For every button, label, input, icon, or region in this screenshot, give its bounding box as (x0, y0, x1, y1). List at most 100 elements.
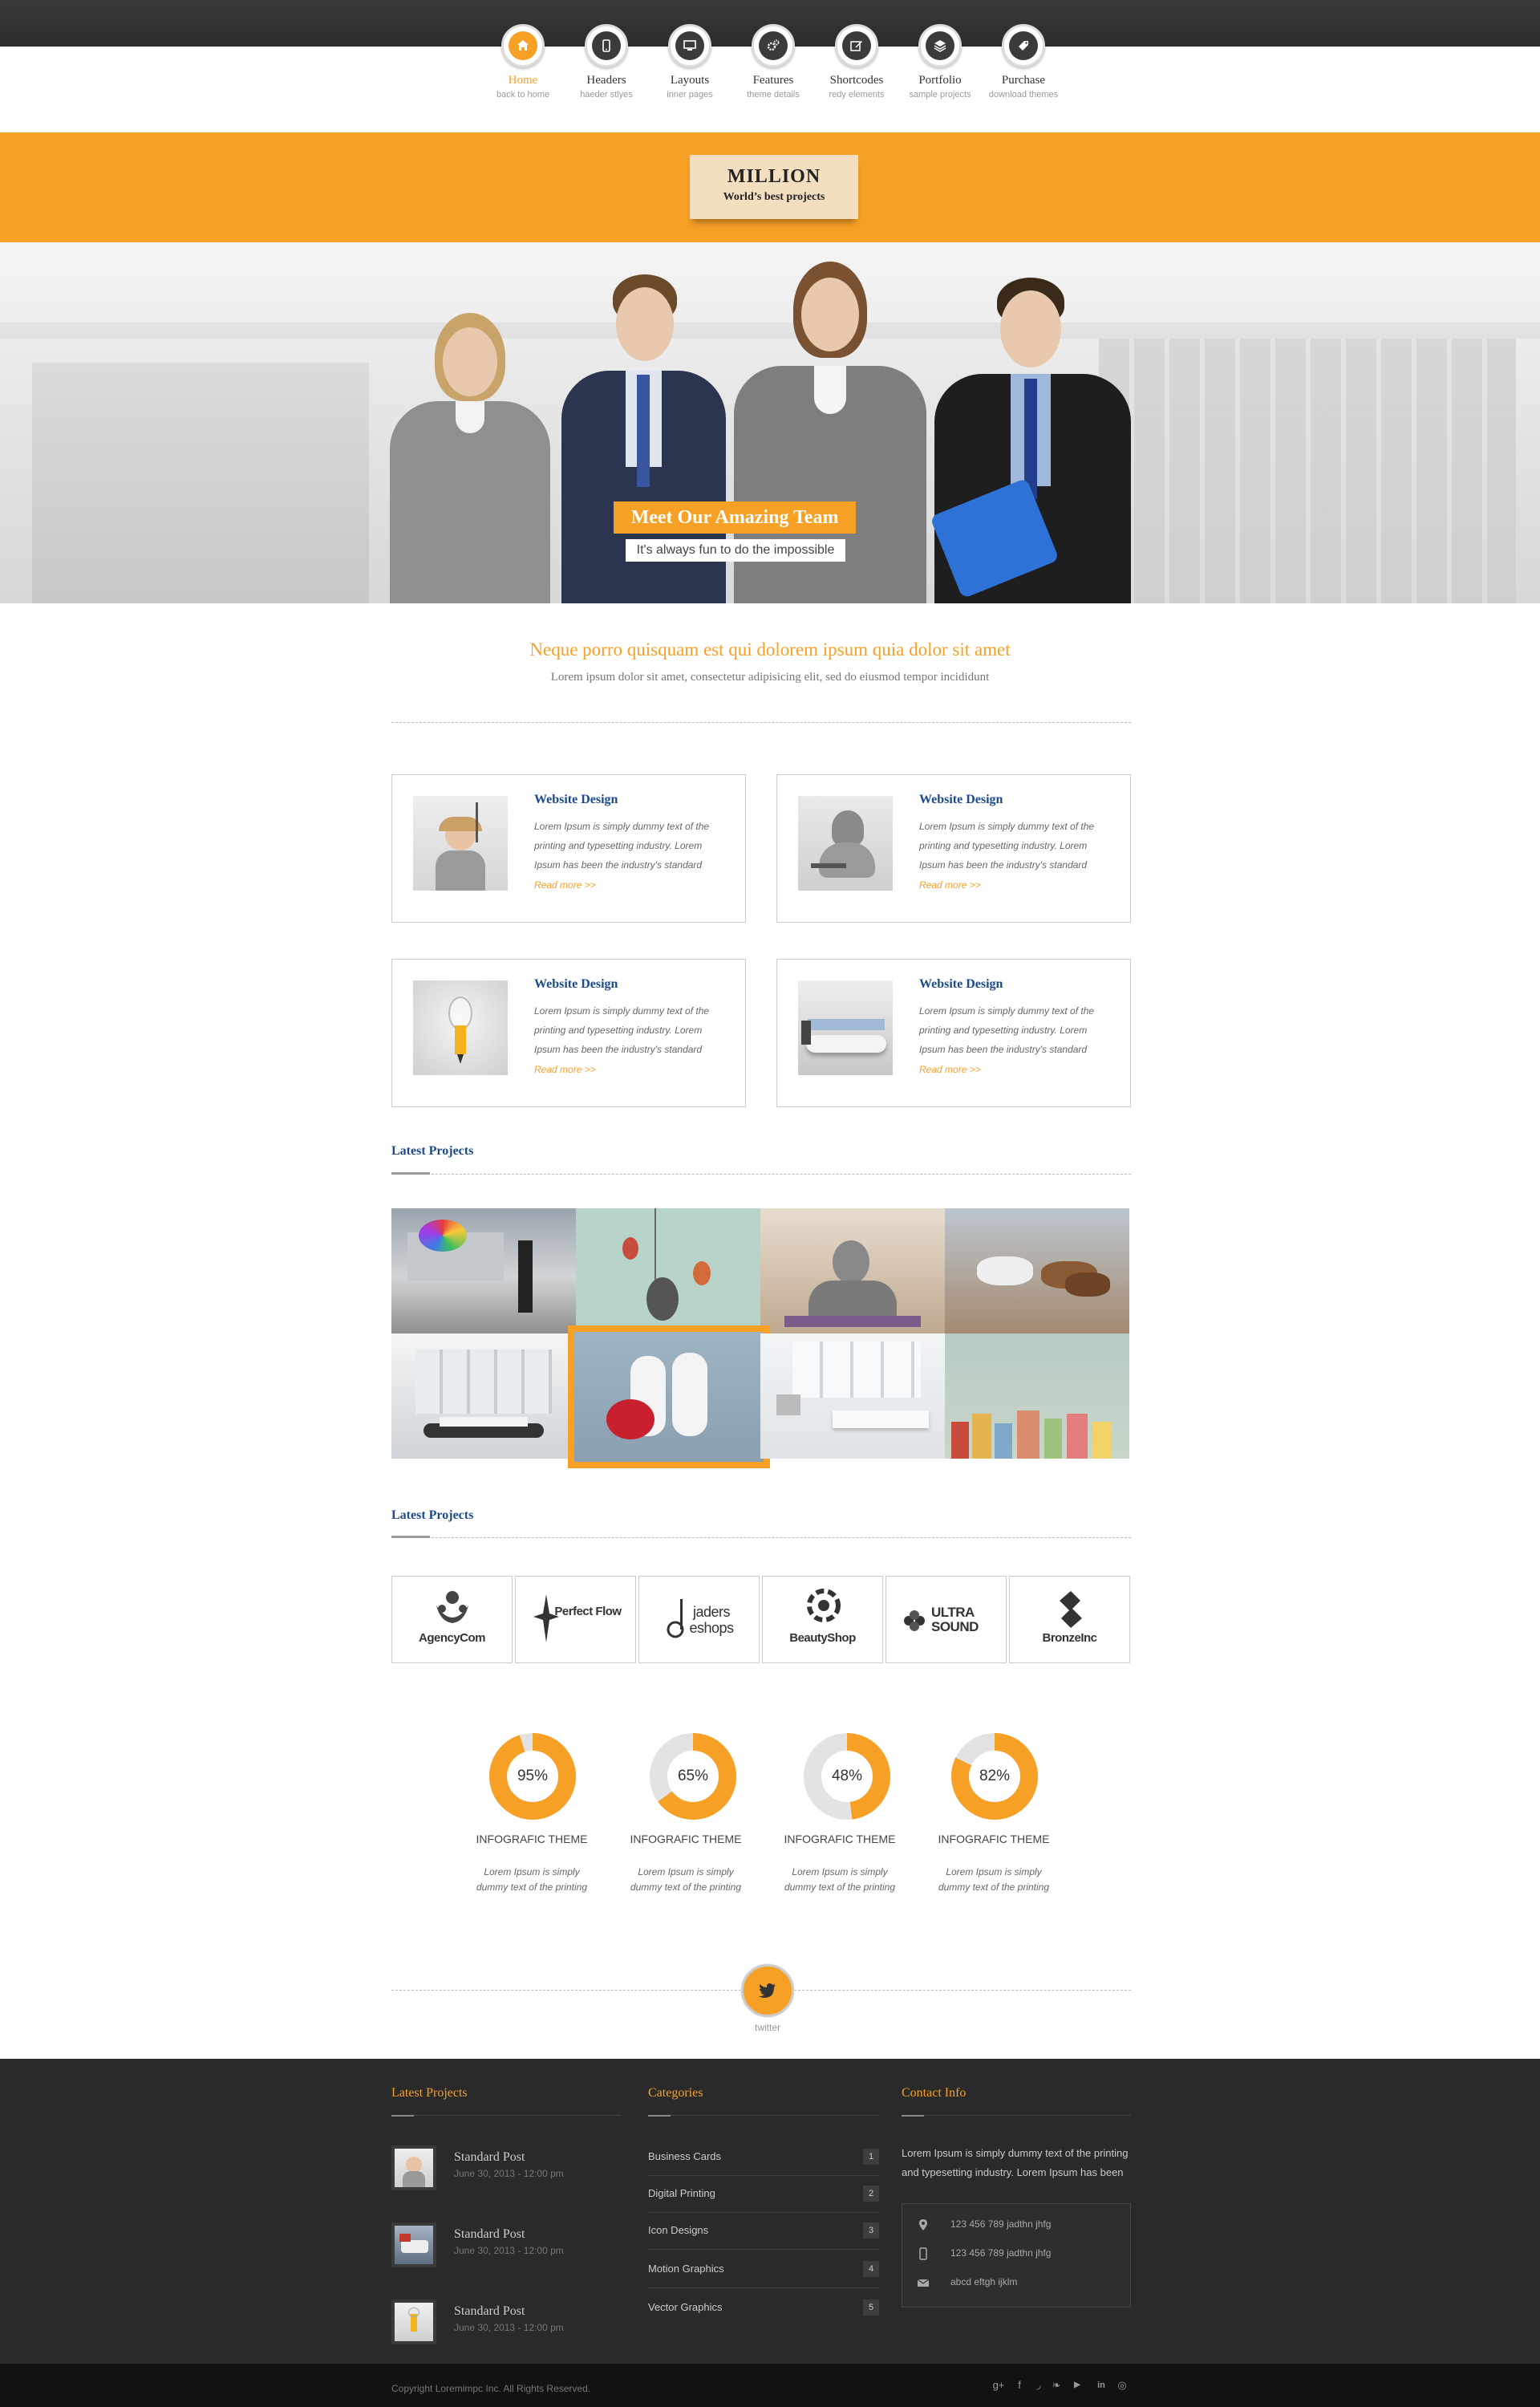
stat-text: Lorem Ipsum is simply dummy text of the … (938, 1866, 1050, 1893)
google-plus-icon[interactable]: g+ (991, 2378, 1006, 2393)
category-name: Vector Graphics (648, 2301, 723, 2313)
footer-post[interactable]: Standard Post June 30, 2013 - 12:00 pm (391, 2222, 616, 2279)
edit-icon (835, 24, 878, 67)
service-image-boy (413, 796, 508, 891)
home-icon (501, 24, 545, 67)
nav-item-home[interactable]: Home back to home (481, 24, 565, 99)
nav-item-headers[interactable]: Headers haeder stlyes (565, 24, 648, 99)
team-member-4 (930, 278, 1131, 603)
divider (391, 1174, 1131, 1175)
client-logo-agencycom[interactable]: AgencyCom (391, 1576, 513, 1663)
category-name: Digital Printing (648, 2187, 715, 2199)
read-more-link[interactable]: Read more >> (919, 1064, 981, 1075)
category-item[interactable]: Digital Printing 2 (648, 2176, 879, 2213)
footer-heading-rule (648, 2115, 879, 2117)
footer-post-thumb (391, 2145, 436, 2190)
facebook-icon[interactable]: f (1012, 2378, 1027, 2393)
project-thumb-white-room[interactable] (760, 1333, 945, 1459)
read-more-link[interactable]: Read more >> (534, 879, 596, 891)
divider (391, 1537, 1131, 1538)
heading-underline (391, 1536, 430, 1538)
nav-sublabel: redy elements (829, 90, 885, 99)
hero-building-right (1099, 339, 1516, 603)
stat-text: Lorem Ipsum is simply dummy text of the … (476, 1866, 588, 1893)
heading-underline (391, 1172, 430, 1175)
stat-percent: 82% (979, 1768, 1011, 1784)
twitter-button[interactable] (741, 1964, 794, 2017)
stat-percent: 95% (517, 1768, 549, 1784)
nav-label: Layouts (670, 74, 710, 87)
category-item[interactable]: Motion Graphics 4 (648, 2251, 879, 2288)
footer-post-title: Standard Post (454, 2150, 525, 2164)
nav-item-purchase[interactable]: Purchase download themes (982, 24, 1065, 99)
stat-label: INFOGRAFIC THEME (476, 1833, 588, 1845)
project-thumb-balloons[interactable] (576, 1208, 760, 1333)
category-name: Business Cards (648, 2150, 722, 2162)
service-card: Website Design Lorem Ipsum is simply dum… (776, 774, 1131, 923)
nav-item-portfolio[interactable]: Portfolio sample projects (898, 24, 982, 99)
youtube-icon[interactable]: ▶ (1070, 2378, 1084, 2393)
footer-post-title: Standard Post (454, 2227, 525, 2241)
contact-phone-value: 123 456 789 jadthn jhfg (950, 2218, 1052, 2230)
nav-item-features[interactable]: Features theme details (732, 24, 815, 99)
project-thumb-horses[interactable] (945, 1208, 1129, 1333)
team-member-1 (390, 313, 550, 603)
nav-label: Headers (586, 74, 626, 87)
linkedin-icon[interactable]: in (1094, 2378, 1108, 2393)
category-item[interactable]: Icon Designs 3 (648, 2213, 879, 2250)
category-item[interactable]: Vector Graphics 5 (648, 2290, 879, 2327)
footer-post[interactable]: Standard Post June 30, 2013 - 12:00 pm (391, 2145, 616, 2202)
dribbble-icon[interactable]: ◎ (1115, 2378, 1129, 2393)
project-thumb-businessman[interactable] (391, 1208, 576, 1333)
stat-percent: 48% (831, 1768, 863, 1784)
footer-contact-heading: Contact Info (902, 2086, 967, 2100)
client-name: Perfect Flow (554, 1605, 622, 1618)
read-more-link[interactable]: Read more >> (534, 1064, 596, 1075)
nav-sublabel: theme details (747, 90, 800, 99)
nav-item-shortcodes[interactable]: Shortcodes redy elements (815, 24, 898, 99)
site-logo[interactable]: MILLION World’s best projects (690, 155, 858, 219)
client-logo-ultra-sound[interactable]: ULTRA SOUND (886, 1576, 1007, 1663)
hero-subtitle: It's always fun to do the impossible (626, 539, 845, 562)
nav-label: Shortcodes (829, 74, 884, 87)
client-logo-jaders[interactable]: jaders eshops (638, 1576, 760, 1663)
nav-sublabel: haeder stlyes (580, 90, 633, 99)
nav-item-layouts[interactable]: Layouts inner pages (648, 24, 732, 99)
category-count: 1 (863, 2149, 879, 2165)
category-item[interactable]: Business Cards 1 (648, 2139, 879, 2176)
divider (794, 1990, 1131, 1991)
nav-sublabel: inner pages (667, 90, 713, 99)
project-thumb-shoes-selected[interactable] (568, 1325, 770, 1468)
footer-post-title: Standard Post (454, 2304, 525, 2318)
footer-heading-rule (391, 2115, 621, 2117)
footer-post[interactable]: Standard Post June 30, 2013 - 12:00 pm (391, 2299, 616, 2356)
project-thumb-houses[interactable] (945, 1333, 1129, 1459)
read-more-link[interactable]: Read more >> (919, 879, 981, 891)
divider (391, 1990, 741, 1991)
contact-box: 123 456 789 jadthn jhfg 123 456 789 jadt… (902, 2203, 1131, 2308)
footer-heading-rule (902, 2115, 1131, 2117)
footer-post-date: June 30, 2013 - 12:00 pm (454, 2322, 564, 2333)
client-logo-beautyshop[interactable]: BeautyShop (762, 1576, 883, 1663)
phone-icon (585, 24, 628, 67)
service-card: Website Design Lorem Ipsum is simply dum… (391, 959, 746, 1107)
twitter-icon[interactable]: ❧ (1049, 2378, 1064, 2393)
service-text: Lorem Ipsum is simply dummy text of the … (919, 821, 1095, 871)
rss-icon[interactable]: ◞ (1031, 2378, 1046, 2393)
client-logo-perfect-flow[interactable]: Perfect Flow (515, 1576, 636, 1663)
hero-building-left (32, 363, 369, 603)
project-thumb-reading-girl[interactable] (760, 1208, 945, 1333)
client-logo-bronzeinc[interactable]: BronzeInc (1009, 1576, 1130, 1663)
envelope-icon (917, 2279, 930, 2287)
nav-sublabel: download themes (988, 90, 1059, 99)
client-name: BronzeInc (1042, 1631, 1097, 1645)
project-thumb-livingroom[interactable] (391, 1333, 576, 1459)
stat-donut: 48% (802, 1731, 892, 1821)
footer-categories-heading: Categories (648, 2086, 703, 2100)
category-count: 5 (863, 2299, 879, 2316)
divider (391, 722, 1131, 723)
stat-donut: 82% (950, 1731, 1040, 1821)
copyright: Copyright Loremimpc Inc. All Rights Rese… (391, 2383, 591, 2394)
stat-donut: 95% (488, 1731, 578, 1821)
footer-latest-heading: Latest Projects (391, 2086, 468, 2100)
